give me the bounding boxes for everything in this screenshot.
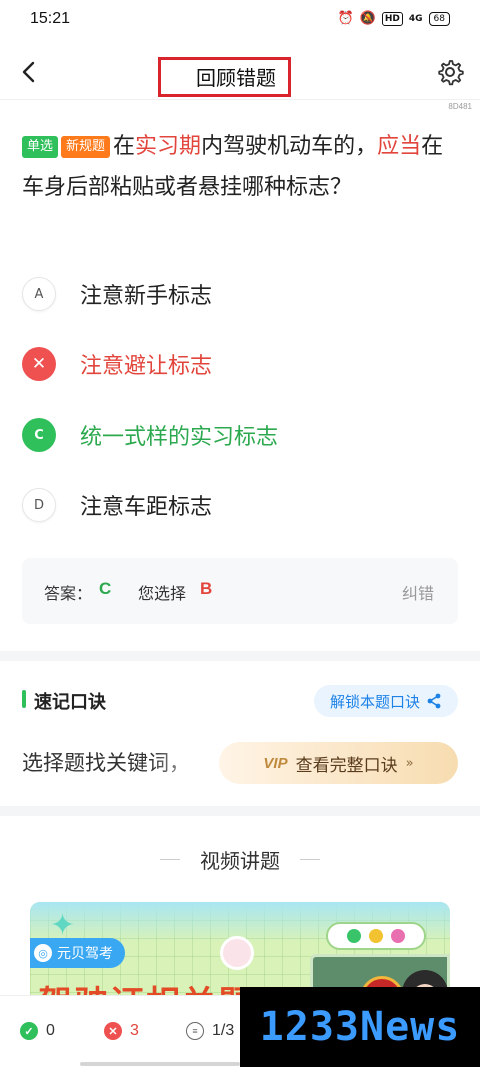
vip-view-full-button[interactable]: VIP 查看完整口诀 » (219, 742, 458, 784)
settings-button[interactable] (436, 58, 464, 86)
home-indicator (80, 1062, 240, 1066)
answer-value: C (99, 579, 112, 598)
x-circle-icon: ✕ (104, 1022, 122, 1040)
option-text: 注意避让标志 (80, 354, 213, 379)
option-text: 注意车距标志 (80, 495, 213, 520)
vip-label: 查看完整口诀 (295, 755, 398, 776)
your-choice-label: 您选择 (138, 584, 187, 603)
network-signal-icon: 4G (408, 13, 423, 24)
check-circle-icon: ✓ (20, 1022, 38, 1040)
tag-single-choice: 单选 (22, 136, 59, 158)
option-letter: D (22, 488, 56, 522)
correct-count: 0 (46, 1022, 55, 1039)
status-bar: 15:21 ⏰ 🔕 HD 4G 68 (0, 0, 480, 40)
green-dot (347, 929, 361, 943)
question-id: 8D481 (448, 102, 472, 111)
option-text: 注意新手标志 (80, 284, 213, 309)
watermark: 1233News (240, 987, 480, 1067)
progress-text: 1/3 (212, 1022, 235, 1039)
section-accent-bar (22, 690, 26, 708)
unlock-mnemonic-button[interactable]: 解锁本题口诀 (314, 685, 458, 717)
section-divider (0, 651, 480, 661)
video-heading: 视频讲题 (200, 849, 280, 873)
report-error-button[interactable]: 纠错 (402, 580, 434, 604)
share-icon (427, 693, 441, 709)
heading-line-right (300, 859, 320, 860)
mute-bell-icon: 🔕 (359, 11, 376, 26)
battery-icon: 68 (428, 11, 450, 26)
double-chevron-right-icon: » (405, 755, 414, 771)
answer-box: 答案： C 您选择 B 纠错 (22, 558, 458, 624)
vip-badge: VIP (263, 754, 288, 772)
wrong-counter[interactable]: ✕ 3 (104, 1022, 139, 1040)
question-keyword: 实习期 (135, 134, 202, 159)
wrong-count: 3 (130, 1022, 139, 1039)
tag-new-rule: 新规题 (61, 136, 111, 158)
mnemonic-fade (150, 740, 220, 784)
option-text: 统一式样的实习标志 (80, 425, 279, 450)
option-a[interactable]: A 注意新手标志 (22, 274, 462, 314)
option-letter: C (22, 418, 56, 452)
progress-indicator[interactable]: ≡ 1/3 (186, 1022, 234, 1040)
option-d[interactable]: D 注意车距标志 (22, 485, 462, 525)
question-keyword: 应当 (377, 134, 422, 159)
page-title: 回顾错题 (196, 66, 276, 90)
back-button[interactable] (12, 56, 44, 88)
gear-icon (438, 60, 464, 86)
status-time: 15:21 (30, 10, 71, 27)
traffic-light-decor (326, 922, 426, 950)
pink-dot (391, 929, 405, 943)
correct-counter[interactable]: ✓ 0 (20, 1022, 55, 1040)
list-icon: ≡ (186, 1022, 204, 1040)
nav-bar: 回顾错题 (0, 44, 480, 100)
answer-label: 答案： (44, 584, 93, 603)
brand-name: 元贝驾考 (57, 946, 113, 962)
steering-wheel-icon: ◎ (34, 944, 52, 962)
question-text: 单选 新规题 在实习期内驾驶机动车的，应当在车身后部粘贴或者悬挂哪种标志？ (22, 126, 462, 208)
hd-icon: HD (381, 11, 403, 26)
option-c[interactable]: C 统一式样的实习标志 (22, 415, 462, 455)
brand-badge: ◎ 元贝驾考 (30, 938, 125, 968)
yellow-dot (369, 929, 383, 943)
section-divider (0, 806, 480, 816)
status-icons: ⏰ 🔕 HD 4G 68 (337, 11, 450, 26)
chevron-left-icon (22, 61, 35, 83)
mnemonic-title: 速记口诀 (34, 692, 106, 713)
x-circle-icon: ✕ (22, 347, 56, 381)
unlock-label: 解锁本题口诀 (329, 692, 420, 711)
option-b[interactable]: ✕ 注意避让标志 (22, 344, 462, 384)
option-letter: A (22, 277, 56, 311)
question-part: 在 (113, 134, 136, 159)
your-choice-value: B (200, 579, 213, 598)
decor-bubble (220, 936, 254, 970)
alarm-icon: ⏰ (337, 11, 354, 26)
watermark-text: 1233News (259, 1004, 461, 1050)
question-part: 内驾驶机动车的， (201, 134, 378, 159)
